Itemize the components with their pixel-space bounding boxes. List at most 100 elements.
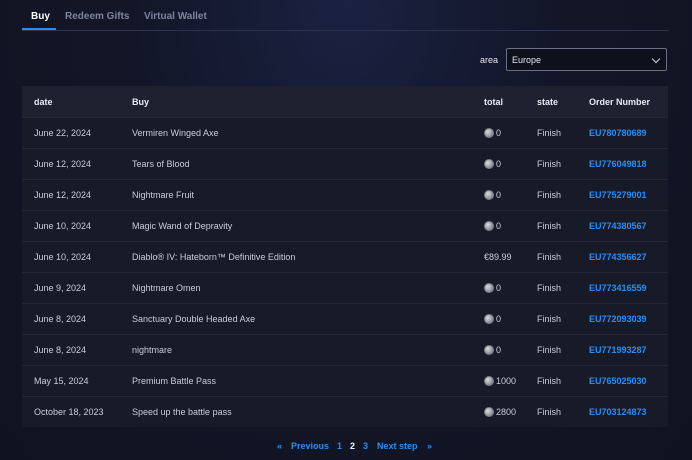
table-body: June 22, 2024 Vermiren Winged Axe 0 Finish E… xyxy=(22,117,668,427)
row-item: Nightmare Fruit xyxy=(132,190,195,200)
header-order-number: Order Number xyxy=(589,96,651,107)
next-button[interactable]: Next step xyxy=(377,441,418,451)
table-row: June 9, 2024 Nightmare Omen 0 Finish EU77341… xyxy=(22,272,668,303)
purchase-history-page: Buy Redeem Gifts Virtual Wallet area Eur… xyxy=(0,0,692,460)
table-row: June 12, 2024 Nightmare Fruit 0 Finish EU775… xyxy=(22,179,668,210)
coin-icon xyxy=(484,314,494,324)
row-state: Finish xyxy=(537,376,562,386)
area-select[interactable]: Europe xyxy=(506,48,667,71)
table-row: October 18, 2023 Speed up the battle pass… xyxy=(22,396,668,427)
header-buy: Buy xyxy=(132,96,150,107)
row-total-value: 0 xyxy=(496,345,502,355)
row-item: Tears of Blood xyxy=(132,159,190,169)
tab-redeem-gifts[interactable]: Redeem Gifts xyxy=(65,11,129,22)
row-total: 0 xyxy=(484,190,501,200)
row-total: 0 xyxy=(484,128,501,138)
row-date: June 8, 2024 xyxy=(34,345,87,355)
row-total: €89.99 xyxy=(484,252,512,262)
row-state: Finish xyxy=(537,314,562,324)
row-date: October 18, 2023 xyxy=(34,407,104,417)
row-item: Sanctuary Double Headed Axe xyxy=(132,314,256,324)
row-item: Diablo® IV: Hateborn™ Definitive Edition xyxy=(132,252,296,262)
header-total: total xyxy=(484,96,503,107)
row-date: June 9, 2024 xyxy=(34,283,87,293)
order-number-link[interactable]: EU772093039 xyxy=(589,314,647,324)
row-total: 0 xyxy=(484,345,501,355)
row-item: Premium Battle Pass xyxy=(132,376,217,386)
row-item: Speed up the battle pass xyxy=(132,407,232,417)
coin-icon xyxy=(484,128,494,138)
table-row: June 10, 2024 Magic Wand of Depravity 0 Fin… xyxy=(22,210,668,241)
page-link-3[interactable]: 3 xyxy=(363,441,368,451)
coin-icon xyxy=(484,345,494,355)
row-total: 0 xyxy=(484,283,501,293)
row-item: Vermiren Winged Axe xyxy=(132,128,219,138)
table-row: June 8, 2024 nightmare 0 Finish EU771993287 xyxy=(22,334,668,365)
table-row: June 8, 2024 Sanctuary Double Headed Axe 0… xyxy=(22,303,668,334)
row-date: June 12, 2024 xyxy=(34,159,92,169)
row-date: June 8, 2024 xyxy=(34,314,87,324)
coin-icon xyxy=(484,221,494,231)
row-total-value: 0 xyxy=(496,221,502,231)
area-selected-value: Europe xyxy=(512,55,542,65)
row-total-value: 0 xyxy=(496,159,502,169)
table-row: June 12, 2024 Tears of Blood 0 Finish EU7760… xyxy=(22,148,668,179)
header-date: date xyxy=(34,96,53,107)
row-state: Finish xyxy=(537,190,562,200)
row-total: 0 xyxy=(484,159,501,169)
row-total: 0 xyxy=(484,221,501,231)
row-date: June 10, 2024 xyxy=(34,221,92,231)
table-header: date Buy total state Order Number xyxy=(22,86,668,117)
row-date: June 22, 2024 xyxy=(34,128,92,138)
row-state: Finish xyxy=(537,159,562,169)
tab-buy[interactable]: Buy xyxy=(31,11,50,22)
row-total-value: 1000 xyxy=(496,376,517,386)
order-number-link[interactable]: EU775279001 xyxy=(589,190,647,200)
row-total: 2800 xyxy=(484,407,516,417)
tab-virtual-wallet[interactable]: Virtual Wallet xyxy=(144,11,207,22)
row-total: 1000 xyxy=(484,376,516,386)
previous-button[interactable]: Previous xyxy=(291,441,329,451)
row-total-value: 0 xyxy=(496,283,502,293)
coin-icon xyxy=(484,407,494,417)
active-tab-indicator xyxy=(22,28,56,30)
page-link-2-current[interactable]: 2 xyxy=(350,441,355,451)
row-total-value: 2800 xyxy=(496,407,517,417)
pagination: « Previous 1 2 3 Next step » xyxy=(0,441,692,453)
order-number-link[interactable]: EU774380567 xyxy=(589,221,647,231)
row-state: Finish xyxy=(537,283,562,293)
coin-icon xyxy=(484,159,494,169)
order-number-link[interactable]: EU703124873 xyxy=(589,407,647,417)
last-page-icon[interactable]: » xyxy=(427,441,432,451)
row-total-value: 0 xyxy=(496,128,502,138)
order-number-link[interactable]: EU771993287 xyxy=(589,345,647,355)
row-state: Finish xyxy=(537,407,562,417)
row-total-value: €89.99 xyxy=(484,252,512,262)
row-state: Finish xyxy=(537,221,562,231)
page-link-1[interactable]: 1 xyxy=(337,441,342,451)
order-number-link[interactable]: EU776049818 xyxy=(589,159,647,169)
first-page-icon[interactable]: « xyxy=(277,441,282,451)
area-label: area xyxy=(480,55,499,65)
coin-icon xyxy=(484,376,494,386)
table-row: June 22, 2024 Vermiren Winged Axe 0 Finish E… xyxy=(22,117,668,148)
order-number-link[interactable]: EU774356627 xyxy=(589,252,647,262)
row-state: Finish xyxy=(537,345,562,355)
order-number-link[interactable]: EU780780689 xyxy=(589,128,647,138)
chevron-down-icon xyxy=(651,54,661,64)
row-total: 0 xyxy=(484,314,501,324)
row-total-value: 0 xyxy=(496,314,502,324)
header-state: state xyxy=(537,96,559,107)
row-date: June 10, 2024 xyxy=(34,252,92,262)
order-number-link[interactable]: EU773416559 xyxy=(589,283,647,293)
row-date: June 12, 2024 xyxy=(34,190,92,200)
row-item: nightmare xyxy=(132,345,173,355)
row-item: Nightmare Omen xyxy=(132,283,201,293)
orders-table: date Buy total state Order Number June 2… xyxy=(22,86,668,427)
coin-icon xyxy=(484,190,494,200)
table-row: May 15, 2024 Premium Battle Pass 1000 Finis… xyxy=(22,365,668,396)
row-item: Magic Wand of Depravity xyxy=(132,221,233,231)
order-number-link[interactable]: EU765025030 xyxy=(589,376,647,386)
row-state: Finish xyxy=(537,128,562,138)
tab-bar: Buy Redeem Gifts Virtual Wallet xyxy=(22,0,669,31)
